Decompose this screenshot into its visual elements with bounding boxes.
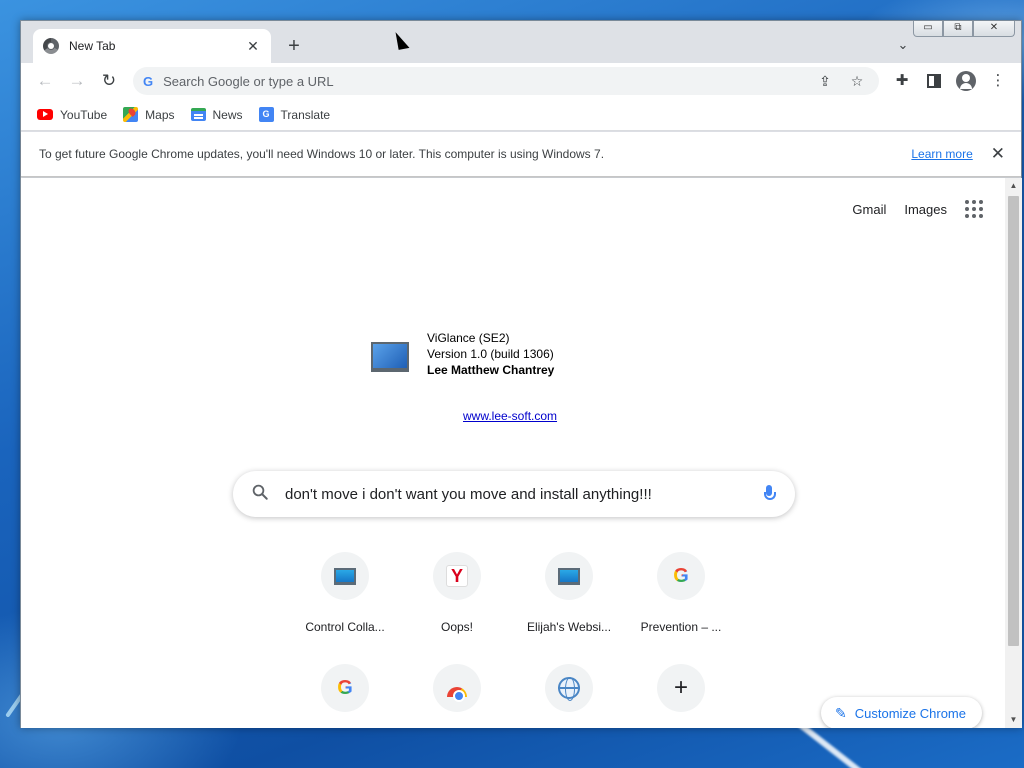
scroll-up-icon[interactable]: ▲	[1005, 178, 1022, 194]
maps-icon	[123, 107, 139, 122]
shortcut-label: Oops!	[440, 620, 473, 634]
infobar-message: To get future Google Chrome updates, you…	[39, 147, 605, 161]
learn-more-link[interactable]: Learn more	[911, 147, 972, 161]
tab-title: New Tab	[69, 39, 116, 53]
bookmark-label: Translate	[280, 107, 331, 122]
customize-chrome-button[interactable]: ✎ Customize Chrome	[821, 697, 982, 728]
restore-button[interactable]: ⧉	[943, 21, 973, 37]
shortcut-prevention[interactable]: G Prevention – ...	[625, 548, 737, 646]
side-panel-icon	[927, 74, 941, 89]
shortcut-google[interactable]: G	[289, 660, 401, 728]
translate-icon: G	[258, 107, 274, 122]
menu-kebab-icon[interactable]: ⋮	[986, 69, 1010, 93]
side-panel-button[interactable]	[922, 69, 946, 93]
viglance-author: Lee Matthew Chantrey	[427, 363, 555, 377]
scrollbar-thumb[interactable]	[1008, 196, 1019, 646]
new-tab-button[interactable]: +	[281, 33, 307, 59]
profile-button[interactable]	[954, 69, 978, 93]
ntp-search-input[interactable]	[285, 485, 763, 503]
ntp-search-box[interactable]	[233, 471, 795, 517]
back-arrow-icon[interactable]: ←	[33, 69, 57, 93]
chrome-favicon-icon	[43, 38, 59, 54]
share-icon[interactable]: ⇪	[813, 73, 837, 90]
viglance-title: ViGlance (SE2)	[427, 331, 510, 345]
shortcut-chrome[interactable]	[401, 660, 513, 728]
shortcut-label: Elijah's Websi...	[526, 620, 612, 634]
viglance-about-box: ViGlance (SE2) Version 1.0 (build 1306) …	[371, 330, 554, 378]
chrome-window: New Tab ✕ + ⌄ ▭ ⧉ ✕ ← → ↻ G ⇪ ☆ ✚ ⋮	[20, 20, 1022, 728]
shortcut-globe[interactable]	[513, 660, 625, 728]
shortcut-label: Control Colla...	[305, 620, 385, 634]
new-tab-page: Gmail Images ViGlance (SE2) Version 1.0 …	[21, 178, 1005, 728]
google-g-icon: G	[143, 73, 154, 89]
profile-avatar-icon	[956, 71, 976, 92]
images-link[interactable]: Images	[904, 202, 947, 217]
news-icon	[190, 108, 206, 121]
search-icon	[251, 483, 271, 506]
bookmark-label: YouTube	[60, 107, 108, 122]
yandex-icon: Y	[446, 565, 468, 587]
customize-chrome-label: Customize Chrome	[854, 705, 966, 721]
bookmark-news[interactable]: News	[190, 107, 243, 122]
tab-close-icon[interactable]: ✕	[245, 38, 261, 55]
scroll-down-icon[interactable]: ▼	[1005, 712, 1022, 728]
monitor-icon	[371, 342, 409, 372]
microphone-icon[interactable]	[763, 485, 776, 503]
add-shortcut-button[interactable]: +	[625, 660, 737, 728]
pc-icon	[558, 567, 580, 585]
google-apps-grid-icon[interactable]	[965, 200, 983, 218]
gmail-link[interactable]: Gmail	[852, 202, 886, 217]
window-controls: ▭ ⧉ ✕	[913, 21, 1015, 37]
shortcut-label: Prevention – ...	[640, 620, 722, 634]
omnibox[interactable]: G ⇪ ☆	[133, 67, 879, 95]
shortcut-control-colla[interactable]: Control Colla...	[289, 548, 401, 646]
plus-icon: +	[673, 674, 688, 701]
title-bar: New Tab ✕ + ⌄ ▭ ⧉ ✕	[21, 21, 1021, 63]
extensions-puzzle-icon[interactable]: ✚	[890, 69, 914, 93]
shortcut-tiles: Control Colla... Y Oops! Elijah's Websi.…	[289, 548, 737, 728]
bookmark-label: Maps	[145, 107, 175, 122]
infobar-close-icon[interactable]: ✕	[991, 144, 1005, 164]
omnibox-input[interactable]	[163, 73, 813, 89]
ntp-top-links: Gmail Images	[852, 200, 983, 218]
lee-soft-link[interactable]: www.lee-soft.com	[463, 409, 557, 423]
google-icon: G	[673, 564, 689, 587]
reload-icon[interactable]: ↻	[97, 69, 121, 93]
tab-new-tab[interactable]: New Tab ✕	[33, 29, 271, 63]
shortcut-elijahs-website[interactable]: Elijah's Websi...	[513, 548, 625, 646]
update-infobar: To get future Google Chrome updates, you…	[21, 132, 1021, 177]
viglance-version: Version 1.0 (build 1306)	[427, 347, 554, 361]
minimize-button[interactable]: ▭	[913, 21, 943, 37]
bookmark-star-icon[interactable]: ☆	[845, 73, 869, 90]
bookmark-translate[interactable]: G Translate	[258, 107, 331, 122]
tab-search-chevron-icon[interactable]: ⌄	[893, 35, 913, 55]
bookmark-maps[interactable]: Maps	[123, 107, 175, 122]
google-icon: G	[337, 676, 353, 699]
youtube-icon	[37, 109, 53, 120]
pencil-icon: ✎	[835, 704, 847, 721]
bookmark-label: News	[212, 107, 243, 122]
bookmarks-bar: YouTube Maps News G Translate	[21, 99, 1021, 131]
chrome-icon	[447, 687, 467, 702]
bookmark-youtube[interactable]: YouTube	[37, 108, 107, 122]
forward-arrow-icon[interactable]: →	[65, 69, 89, 93]
globe-icon	[558, 677, 580, 701]
pc-icon	[334, 567, 356, 585]
shortcut-oops[interactable]: Y Oops!	[401, 548, 513, 646]
page-scrollbar[interactable]: ▲ ▼	[1005, 178, 1022, 728]
browser-toolbar: ← → ↻ G ⇪ ☆ ✚ ⋮	[21, 63, 1021, 99]
close-window-button[interactable]: ✕	[973, 21, 1015, 37]
